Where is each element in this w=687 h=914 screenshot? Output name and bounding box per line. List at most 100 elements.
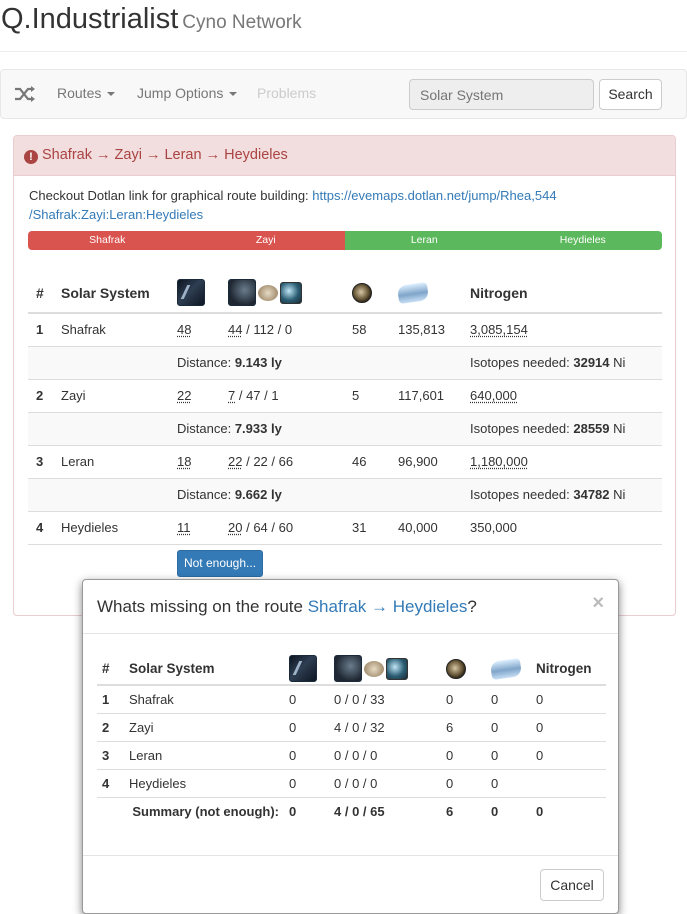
- table-row: 1 Shafrak 0 0 / 0 / 33 0 0 0: [97, 684, 606, 713]
- modal-route-link[interactable]: Shafrak → Heydieles: [308, 597, 468, 616]
- row-nitro: 0: [486, 712, 531, 741]
- route-segment: Zayi: [186, 231, 345, 250]
- row-nitro: 0: [486, 740, 531, 769]
- summary-label: Summary (not enough):: [124, 796, 284, 825]
- row-num: 2: [28, 378, 53, 412]
- problems-link: Problems: [257, 85, 317, 101]
- row-ships: 0: [284, 768, 329, 797]
- col-header-nitrogen: Nitrogen: [462, 273, 662, 314]
- col-header-num: #: [97, 653, 124, 686]
- row-nitrogen: 1,180,000: [462, 444, 662, 478]
- row-nitro: 0: [486, 684, 531, 713]
- table-row: 2 Zayi 22 7 / 47 / 1 5 117,601 640,000: [28, 378, 662, 412]
- row-nitro: 96,900: [390, 444, 462, 478]
- row-stront: 6: [441, 712, 486, 741]
- row-ships: 0: [284, 684, 329, 713]
- route-segment: Leran: [345, 231, 504, 250]
- summary-nitrogen: 0: [531, 796, 606, 825]
- row-nitrogen: 3,085,154: [462, 312, 662, 346]
- jump-options-dropdown[interactable]: Jump Options: [137, 85, 238, 101]
- isotopes-cell: Isotopes needed: 32914 Ni: [462, 345, 662, 379]
- missing-table: # Solar System Nitrogen 1 Shafrak 0 0 / …: [97, 653, 606, 825]
- isotope-icon: [280, 281, 302, 304]
- row-num: 1: [97, 684, 124, 713]
- row-fuel: 0 / 0 / 0: [329, 768, 441, 797]
- row-system: Leran: [53, 444, 169, 478]
- shuffle-icon[interactable]: [14, 84, 36, 104]
- distance-cell: Distance: 9.662 ly: [169, 477, 390, 511]
- distance-row: Distance: 9.662 ly Isotopes needed: 3478…: [28, 477, 662, 511]
- row-stront: 0: [441, 684, 486, 713]
- col-header-fuel: [329, 653, 441, 686]
- row-system: Leran: [124, 740, 284, 769]
- search-button[interactable]: Search: [599, 79, 662, 110]
- row-stront: 0: [441, 768, 486, 797]
- caret-down-icon: [107, 92, 116, 97]
- modal-title: Whats missing on the route Shafrak → Hey…: [97, 597, 477, 616]
- row-nitro: 135,813: [390, 312, 462, 346]
- row-num: 1: [28, 312, 53, 346]
- table-row: 1 Shafrak 48 44 / 112 / 0 58 135,813 3,0…: [28, 312, 662, 346]
- distance-cell: Distance: 9.143 ly: [169, 345, 390, 379]
- row-system: Zayi: [124, 712, 284, 741]
- row-num: 2: [97, 712, 124, 741]
- cyno-ship-icon: [289, 655, 317, 682]
- cyno-module-icon: [228, 279, 256, 306]
- summary-nitro: 0: [486, 796, 531, 825]
- col-header-ships: [284, 653, 329, 686]
- row-stront: 0: [441, 740, 486, 769]
- isotope-icon: [386, 657, 408, 680]
- summary-fuel: 4 / 0 / 65: [329, 796, 441, 825]
- distance-cell: Distance: 7.933 ly: [169, 411, 390, 445]
- row-fuel: 0 / 0 / 0: [329, 740, 441, 769]
- row-nitro: 40,000: [390, 510, 462, 545]
- table-row: 3 Leran 18 22 / 22 / 66 46 96,900 1,180,…: [28, 444, 662, 478]
- caret-down-icon: [229, 92, 238, 97]
- row-fuel: 44 / 112 / 0: [220, 312, 344, 346]
- isotopes-cell: Isotopes needed: 34782 Ni: [462, 477, 662, 511]
- col-header-stront: [441, 653, 486, 686]
- summary-row: Summary (not enough): 0 4 / 0 / 65 6 0 0: [97, 796, 606, 825]
- solar-system-search-input[interactable]: [409, 79, 594, 110]
- not-enough-button[interactable]: Not enough...: [177, 550, 263, 577]
- exclamation-circle-icon: !: [24, 150, 38, 164]
- route-segment: Shafrak: [28, 231, 187, 250]
- navbar: Routes Jump Options Problems Search: [0, 69, 687, 119]
- row-ships: 0: [284, 740, 329, 769]
- row-num: 4: [97, 768, 124, 797]
- row-nitro: 117,601: [390, 378, 462, 412]
- row-fuel: 22 / 22 / 66: [220, 444, 344, 478]
- modal-footer: Cancel: [83, 855, 618, 913]
- row-system: Shafrak: [53, 312, 169, 346]
- row-system: Heydieles: [124, 768, 284, 797]
- col-header-system: Solar System: [124, 653, 284, 686]
- modal-header: Whats missing on the route Shafrak → Hey…: [83, 580, 618, 634]
- row-num: 3: [97, 740, 124, 769]
- isotopes-cell: Isotopes needed: 28559 Ni: [462, 411, 662, 445]
- row-nitrogen: 350,000: [462, 510, 662, 545]
- col-header-nitro: [486, 653, 531, 686]
- missing-items-modal: Whats missing on the route Shafrak → Hey…: [82, 579, 619, 914]
- col-header-nitro: [390, 273, 462, 314]
- summary-stront: 6: [441, 796, 486, 825]
- app-title: Q.Industrialist Cyno Network: [1, 3, 302, 35]
- col-header-fuel: [220, 273, 344, 314]
- table-row: 4 Heydieles 0 0 / 0 / 0 0 0: [97, 768, 606, 797]
- liquid-ozone-icon: [364, 660, 384, 677]
- cancel-button[interactable]: Cancel: [540, 869, 604, 901]
- row-num: 4: [28, 510, 53, 545]
- liquid-ozone-icon: [258, 284, 278, 301]
- table-row: 2 Zayi 0 4 / 0 / 32 6 0 0: [97, 712, 606, 741]
- routes-dropdown[interactable]: Routes: [57, 85, 116, 101]
- route-title: Shafrak → Zayi → Leran → Heydieles: [42, 147, 288, 163]
- row-ships: 48: [169, 312, 220, 346]
- row-ships: 22: [169, 378, 220, 412]
- row-stront: 31: [344, 510, 390, 545]
- route-panel-heading: ! Shafrak → Zayi → Leran → Heydieles: [14, 136, 675, 176]
- row-nitrogen: 640,000: [462, 378, 662, 412]
- close-icon[interactable]: ×: [592, 592, 604, 615]
- route-table: # Solar System Nitrogen 1 Shafrak 48 44 …: [28, 273, 662, 545]
- col-header-ships: [169, 273, 220, 314]
- app-subtitle: Cyno Network: [182, 12, 302, 33]
- col-header-system: Solar System: [53, 273, 169, 314]
